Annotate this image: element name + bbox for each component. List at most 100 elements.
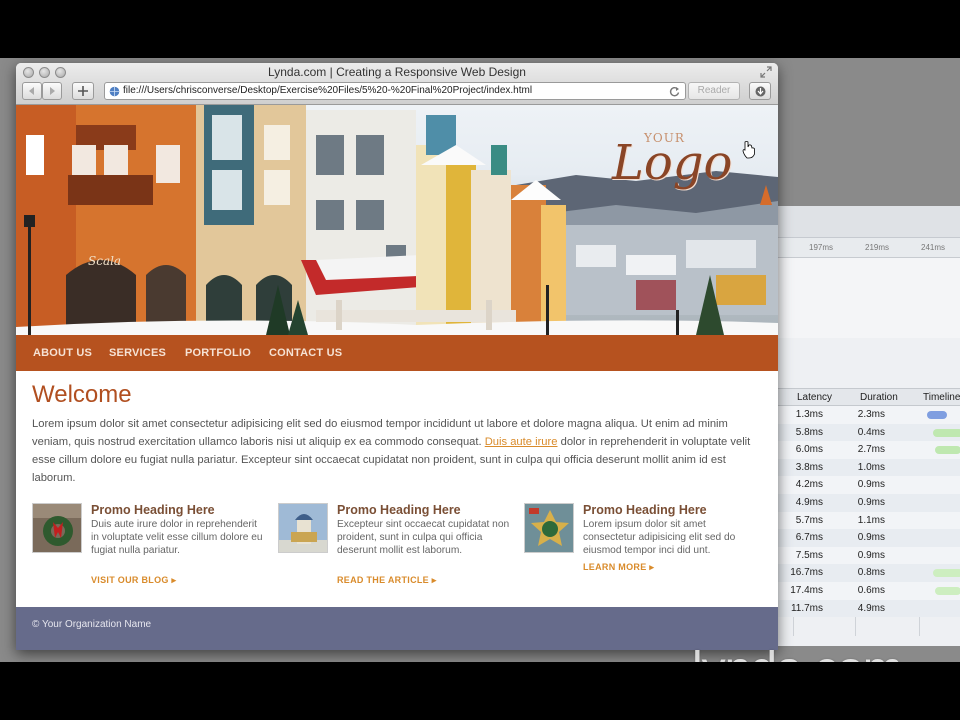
promo-text: Excepteur sint occaecat cupidatat non pr…	[337, 519, 510, 556]
duration-value: 1.0ms	[857, 461, 885, 473]
network-row[interactable]: 3.8ms 1.0ms	[773, 458, 960, 477]
url-text: file:///Users/chrisconverse/Desktop/Exer…	[123, 85, 533, 96]
timeline-ruler: 197ms 219ms 241ms	[773, 238, 960, 258]
network-row[interactable]: 11.7ms 4.9ms	[773, 599, 960, 618]
ruler-tick: 197ms	[809, 243, 834, 252]
title-bar: Lynda.com | Creating a Responsive Web De…	[16, 63, 778, 105]
fullscreen-icon[interactable]	[760, 66, 772, 78]
ruler-tick: 241ms	[921, 243, 946, 252]
latency-value: 5.8ms	[795, 426, 823, 438]
network-row[interactable]: 1.3ms 2.3ms	[773, 406, 960, 424]
promo-link-read-article[interactable]: READ THE ARTICLE ▸	[337, 575, 437, 586]
latency-value: 4.9ms	[795, 497, 823, 508]
site-footer: © Your Organization Name	[16, 607, 778, 650]
reader-button[interactable]: Reader	[688, 82, 740, 100]
promo-link-learn-more[interactable]: LEARN MORE ▸	[583, 562, 654, 573]
back-arrow-icon	[29, 87, 34, 95]
network-row[interactable]: 5.8ms 0.4ms	[773, 423, 960, 442]
latency-value: 3.8ms	[795, 461, 823, 473]
duration-value: 4.9ms	[857, 602, 885, 614]
address-bar[interactable]: file:///Users/chrisconverse/Desktop/Exer…	[104, 82, 686, 100]
wreath-image-icon	[33, 504, 81, 552]
promo-thumbnail-sign	[524, 503, 574, 553]
promo-heading: Promo Heading Here	[337, 503, 461, 517]
network-row[interactable]: 6.0ms 2.7ms	[773, 441, 960, 459]
nav-portfolio[interactable]: PORTFOLIO	[185, 347, 251, 359]
network-row[interactable]: 5.7ms 1.1ms	[773, 511, 960, 530]
nav-services[interactable]: SERVICES	[109, 347, 166, 359]
column-timeline[interactable]: Timeline	[923, 392, 960, 403]
inspector-blank-area	[773, 258, 960, 338]
promo-heading: Promo Heading Here	[91, 503, 215, 517]
browser-window: Lynda.com | Creating a Responsive Web De…	[16, 63, 778, 650]
timeline-bar	[933, 569, 960, 578]
network-row[interactable]: 4.9ms 0.9ms	[773, 494, 960, 512]
intro-inline-link[interactable]: Duis aute irure	[485, 436, 558, 448]
chevron-right-icon: ▸	[649, 562, 655, 572]
network-row[interactable]: 16.7ms 0.8ms	[773, 564, 960, 582]
window-title: Lynda.com | Creating a Responsive Web De…	[268, 65, 526, 79]
tower-image-icon	[279, 504, 327, 552]
duration-value: 0.6ms	[857, 585, 885, 596]
promo-link-visit-blog[interactable]: VISIT OUR BLOG ▸	[91, 575, 176, 586]
promo-thumbnail-tower	[278, 503, 328, 553]
timeline-bar	[935, 587, 960, 595]
promo-block-2: Promo Heading Here Excepteur sint occaec…	[278, 503, 514, 595]
network-column-header: Latency Duration Timeline	[773, 388, 960, 406]
plus-icon	[78, 86, 88, 96]
latency-value: 6.7ms	[795, 532, 823, 544]
duration-value: 0.9ms	[857, 497, 885, 508]
latency-value: 11.7ms	[790, 602, 823, 614]
timeline-bar	[927, 411, 947, 419]
latency-value: 1.3ms	[795, 409, 823, 420]
network-row[interactable]: 17.4ms 0.6ms	[773, 582, 960, 600]
promo-block-3: Promo Heading Here Lorem ipsum dolor sit…	[524, 503, 760, 595]
promo-text: Lorem ipsum dolor sit amet consectetur a…	[583, 519, 736, 556]
promo-thumbnail-wreath	[32, 503, 82, 553]
network-rows: 1.3ms 2.3ms 5.8ms 0.4ms 6.0ms 2.7ms 3.8ms 1.0ms…	[773, 406, 960, 636]
ruler-tick: 219ms	[865, 243, 890, 252]
intro-paragraph: Lorem ipsum dolor sit amet consectetur a…	[32, 415, 754, 487]
chevron-right-icon: ▸	[431, 575, 437, 585]
add-bookmark-button[interactable]	[72, 82, 94, 100]
page-title: Welcome	[32, 381, 132, 408]
promo-text: Duis aute irure dolor in reprehenderit i…	[91, 519, 263, 556]
main-navigation: ABOUT US SERVICES PORTFOLIO CONTACT US	[16, 335, 778, 371]
duration-value: 0.8ms	[857, 567, 885, 579]
latency-value: 5.7ms	[795, 514, 823, 526]
globe-icon	[109, 86, 120, 97]
desktop: 197ms 219ms 241ms Latency Duration Timel…	[0, 58, 960, 662]
timeline-bar	[933, 428, 960, 437]
duration-value: 0.9ms	[857, 532, 885, 544]
timeline-bar	[935, 446, 960, 455]
logo-main-text: Logo	[612, 135, 733, 191]
forward-button[interactable]	[42, 82, 62, 100]
column-duration[interactable]: Duration	[860, 392, 898, 403]
duration-value: 2.7ms	[857, 444, 885, 456]
back-button[interactable]	[22, 82, 42, 100]
duration-value: 0.4ms	[857, 426, 885, 438]
site-logo[interactable]: YOUR Logo	[612, 129, 752, 199]
latency-value: 6.0ms	[795, 444, 823, 456]
column-latency[interactable]: Latency	[797, 392, 832, 403]
reload-icon[interactable]	[669, 86, 680, 97]
downloads-button[interactable]	[749, 82, 771, 100]
duration-value: 0.9ms	[857, 549, 885, 561]
nav-contact-us[interactable]: CONTACT US	[269, 347, 342, 359]
hero-banner-image: Scala YOUR Logo	[16, 105, 778, 335]
download-icon	[755, 86, 765, 97]
inspector-toolbar	[773, 206, 960, 238]
promo-block-1: Promo Heading Here Duis aute irure dolor…	[32, 503, 268, 595]
sign-image-icon	[525, 504, 573, 552]
network-row[interactable]: 4.2ms 0.9ms	[773, 476, 960, 494]
nav-about-us[interactable]: ABOUT US	[33, 347, 92, 359]
svg-text:Scala: Scala	[88, 254, 121, 268]
latency-value: 17.4ms	[790, 585, 823, 596]
network-row[interactable]: 6.7ms 0.9ms	[773, 529, 960, 547]
web-inspector-window: 197ms 219ms 241ms Latency Duration Timel…	[772, 206, 960, 646]
latency-value: 16.7ms	[790, 567, 823, 579]
network-row[interactable]: 7.5ms 0.9ms	[773, 546, 960, 565]
mouse-cursor-icon	[742, 141, 755, 159]
footer-copyright: © Your Organization Name	[32, 619, 152, 630]
webpage: Scala YOUR Logo ABOUT US SERVICES PORTFO…	[16, 105, 778, 650]
